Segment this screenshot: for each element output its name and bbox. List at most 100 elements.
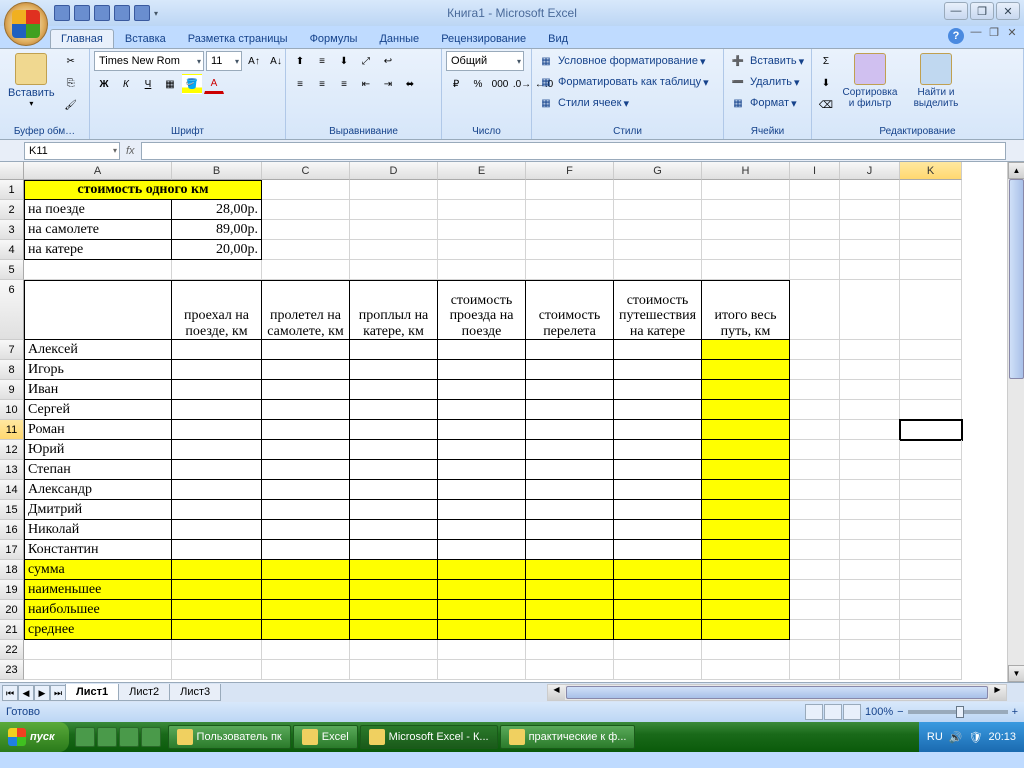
cell-C18[interactable] — [262, 560, 350, 580]
cell-K20[interactable] — [900, 600, 962, 620]
preview-icon[interactable] — [134, 5, 150, 21]
cell-A19[interactable]: наименьшее — [24, 580, 172, 600]
cell-E3[interactable] — [438, 220, 526, 240]
wrap-text-icon[interactable]: ↩ — [378, 51, 398, 71]
cell-J18[interactable] — [840, 560, 900, 580]
cell-K21[interactable] — [900, 620, 962, 640]
cell-E18[interactable] — [438, 560, 526, 580]
cell-F21[interactable] — [526, 620, 614, 640]
cell-F18[interactable] — [526, 560, 614, 580]
cell-H9[interactable] — [702, 380, 790, 400]
cell-E2[interactable] — [438, 200, 526, 220]
cell-C4[interactable] — [262, 240, 350, 260]
cell-G18[interactable] — [614, 560, 702, 580]
cell-G9[interactable] — [614, 380, 702, 400]
col-header-G[interactable]: G — [614, 162, 702, 180]
cell-C7[interactable] — [262, 340, 350, 360]
cell-G21[interactable] — [614, 620, 702, 640]
cell-D21[interactable] — [350, 620, 438, 640]
bold-button[interactable]: Ж — [94, 74, 114, 94]
tab-insert[interactable]: Вставка — [114, 29, 177, 48]
cell-H3[interactable] — [702, 220, 790, 240]
fill-color-icon[interactable]: 🪣 — [182, 74, 202, 94]
col-header-F[interactable]: F — [526, 162, 614, 180]
cell-B20[interactable] — [172, 600, 262, 620]
cell-C3[interactable] — [262, 220, 350, 240]
cell-E10[interactable] — [438, 400, 526, 420]
cell-J5[interactable] — [840, 260, 900, 280]
cell-J8[interactable] — [840, 360, 900, 380]
cell-D12[interactable] — [350, 440, 438, 460]
cell-K1[interactable] — [900, 180, 962, 200]
cell-G2[interactable] — [614, 200, 702, 220]
cell-K13[interactable] — [900, 460, 962, 480]
cell-F11[interactable] — [526, 420, 614, 440]
cell-D5[interactable] — [350, 260, 438, 280]
fill-icon[interactable]: ⬇ — [816, 73, 836, 93]
cell-K7[interactable] — [900, 340, 962, 360]
cell-D9[interactable] — [350, 380, 438, 400]
cell-E8[interactable] — [438, 360, 526, 380]
normal-view-icon[interactable] — [805, 704, 823, 720]
cell-H10[interactable] — [702, 400, 790, 420]
row-header-1[interactable]: 1 — [0, 180, 24, 200]
cell-K9[interactable] — [900, 380, 962, 400]
col-header-B[interactable]: B — [172, 162, 262, 180]
tab-review[interactable]: Рецензирование — [430, 29, 537, 48]
italic-button[interactable]: К — [116, 74, 136, 94]
cell-D16[interactable] — [350, 520, 438, 540]
row-header-15[interactable]: 15 — [0, 500, 24, 520]
zoom-slider[interactable] — [908, 710, 1008, 714]
save-icon[interactable] — [54, 5, 70, 21]
zoom-level[interactable]: 100% — [865, 706, 893, 718]
vertical-scrollbar[interactable]: ▲ ▼ — [1007, 162, 1024, 682]
cell-F20[interactable] — [526, 600, 614, 620]
cell-C17[interactable] — [262, 540, 350, 560]
cell-B3[interactable]: 89,00р. — [172, 220, 262, 240]
horizontal-scrollbar[interactable]: ◀▶ — [547, 684, 1007, 701]
minimize-button[interactable]: — — [944, 2, 968, 20]
cell-K5[interactable] — [900, 260, 962, 280]
doc-restore-button[interactable]: ❐ — [986, 26, 1002, 40]
cell-A15[interactable]: Дмитрий — [24, 500, 172, 520]
cell-H21[interactable] — [702, 620, 790, 640]
scroll-left-icon[interactable]: ◀ — [548, 685, 565, 700]
cell-D2[interactable] — [350, 200, 438, 220]
cell-J20[interactable] — [840, 600, 900, 620]
cell-H23[interactable] — [702, 660, 790, 680]
cell-C14[interactable] — [262, 480, 350, 500]
cell-G10[interactable] — [614, 400, 702, 420]
cell-F14[interactable] — [526, 480, 614, 500]
cell-J11[interactable] — [840, 420, 900, 440]
cell-B18[interactable] — [172, 560, 262, 580]
cell-A6[interactable] — [24, 280, 172, 340]
grow-font-icon[interactable]: A↑ — [244, 51, 264, 71]
cell-J23[interactable] — [840, 660, 900, 680]
align-bottom-icon[interactable]: ⬇ — [334, 51, 354, 71]
cell-E22[interactable] — [438, 640, 526, 660]
cell-G23[interactable] — [614, 660, 702, 680]
cell-B11[interactable] — [172, 420, 262, 440]
restore-button[interactable]: ❐ — [970, 2, 994, 20]
cell-D8[interactable] — [350, 360, 438, 380]
cell-K19[interactable] — [900, 580, 962, 600]
cell-A2[interactable]: на поезде — [24, 200, 172, 220]
cell-A4[interactable]: на катере — [24, 240, 172, 260]
cell-I1[interactable] — [790, 180, 840, 200]
cell-F5[interactable] — [526, 260, 614, 280]
office-button[interactable] — [4, 2, 48, 46]
ql-chrome-icon[interactable] — [75, 727, 95, 747]
cell-F23[interactable] — [526, 660, 614, 680]
tab-formulas[interactable]: Формулы — [299, 29, 369, 48]
cell-J6[interactable] — [840, 280, 900, 340]
col-header-J[interactable]: J — [840, 162, 900, 180]
decrease-indent-icon[interactable]: ⇤ — [356, 74, 376, 94]
cell-D10[interactable] — [350, 400, 438, 420]
ql-app-icon[interactable] — [141, 727, 161, 747]
cell-F2[interactable] — [526, 200, 614, 220]
cell-I15[interactable] — [790, 500, 840, 520]
cell-C13[interactable] — [262, 460, 350, 480]
row-header-2[interactable]: 2 — [0, 200, 24, 220]
cell-D11[interactable] — [350, 420, 438, 440]
cell-G7[interactable] — [614, 340, 702, 360]
